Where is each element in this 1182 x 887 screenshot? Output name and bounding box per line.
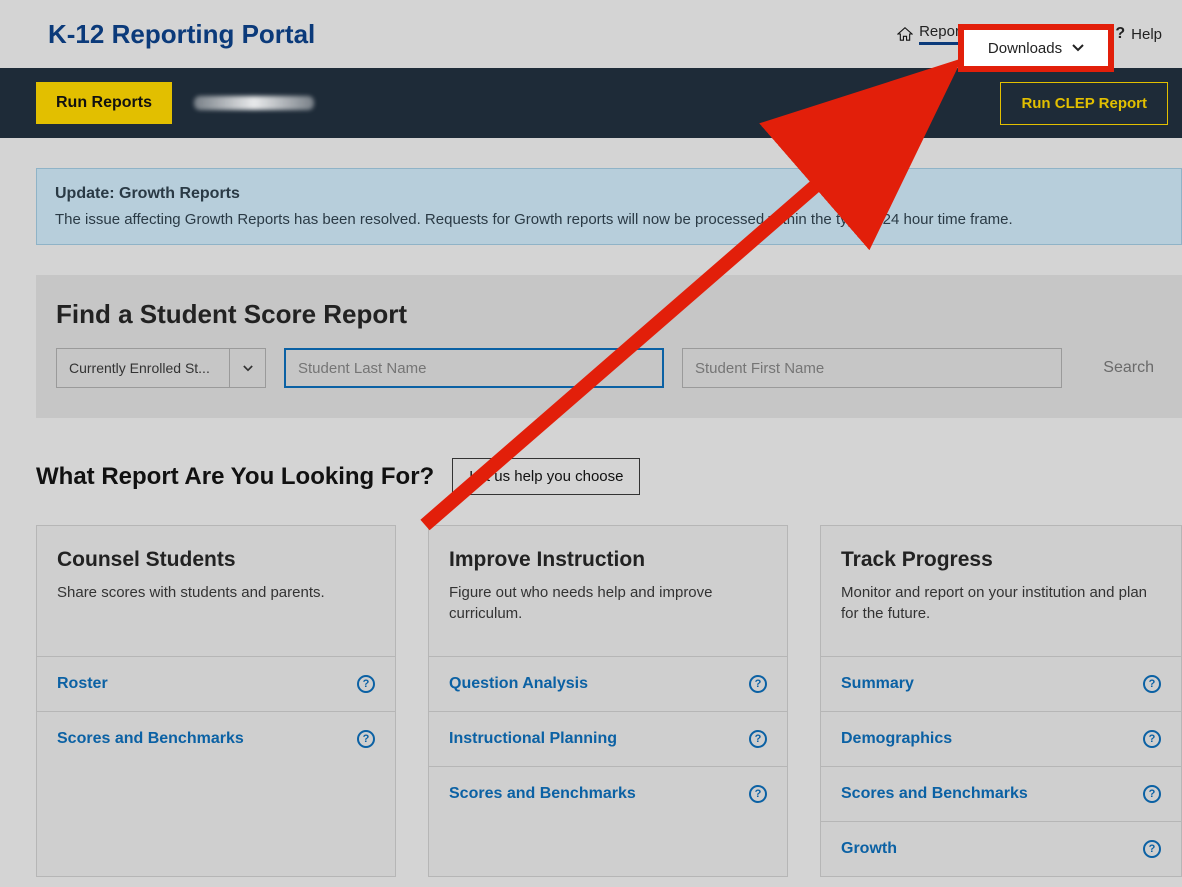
report-link-roster[interactable]: Roster ?	[37, 656, 395, 711]
help-choose-button[interactable]: Let us help you choose	[452, 458, 640, 495]
link-label: Scores and Benchmarks	[449, 785, 636, 803]
link-label: Roster	[57, 675, 108, 693]
report-link-growth[interactable]: Growth ?	[821, 821, 1181, 876]
what-report-section: What Report Are You Looking For? Let us …	[36, 458, 1182, 495]
nav-help-label: Help	[1131, 26, 1162, 43]
redacted-item	[194, 96, 314, 110]
banner-title: Update: Growth Reports	[55, 185, 1163, 203]
update-banner: Update: Growth Reports The issue affecti…	[36, 168, 1182, 245]
link-label: Growth	[841, 840, 897, 858]
find-student-panel: Find a Student Score Report Currently En…	[36, 275, 1182, 418]
student-lastname-input[interactable]	[284, 348, 664, 388]
find-row: Currently Enrolled St... Search	[56, 348, 1162, 388]
chevron-down-icon	[1072, 39, 1084, 57]
nav-help[interactable]: ? Help	[1115, 25, 1162, 43]
card-header: Track Progress Monitor and report on you…	[821, 526, 1181, 656]
report-link-scores-benchmarks[interactable]: Scores and Benchmarks ?	[821, 766, 1181, 821]
card-desc: Figure out who needs help and improve cu…	[449, 582, 767, 624]
help-icon[interactable]: ?	[749, 730, 767, 748]
link-label: Scores and Benchmarks	[841, 785, 1028, 803]
what-report-heading: What Report Are You Looking For?	[36, 463, 434, 491]
enrollment-select[interactable]: Currently Enrolled St...	[56, 348, 266, 388]
question-mark-icon: ?	[1115, 25, 1125, 43]
report-link-summary[interactable]: Summary ?	[821, 656, 1181, 711]
home-icon	[897, 27, 913, 41]
link-label: Question Analysis	[449, 675, 588, 693]
card-improve-instruction: Improve Instruction Figure out who needs…	[428, 525, 788, 877]
card-desc: Monitor and report on your institution a…	[841, 582, 1161, 624]
help-icon[interactable]: ?	[749, 785, 767, 803]
nav-downloads-highlight[interactable]: Downloads	[958, 24, 1114, 72]
action-bar: Run Reports Run CLEP Report	[0, 68, 1182, 138]
help-icon[interactable]: ?	[749, 675, 767, 693]
help-icon[interactable]: ?	[1143, 840, 1161, 858]
link-label: Instructional Planning	[449, 730, 617, 748]
nav-downloads-label: Downloads	[988, 40, 1062, 57]
card-title: Counsel Students	[57, 548, 375, 572]
link-label: Scores and Benchmarks	[57, 730, 244, 748]
card-header: Counsel Students Share scores with stude…	[37, 526, 395, 656]
student-firstname-input[interactable]	[682, 348, 1062, 388]
card-title: Improve Instruction	[449, 548, 767, 572]
search-button[interactable]: Search	[1103, 359, 1162, 377]
run-reports-button[interactable]: Run Reports	[36, 82, 172, 124]
card-title: Track Progress	[841, 548, 1161, 572]
enrollment-select-value: Currently Enrolled St...	[57, 360, 229, 376]
card-header: Improve Instruction Figure out who needs…	[429, 526, 787, 656]
find-heading: Find a Student Score Report	[56, 299, 1162, 330]
help-icon[interactable]: ?	[1143, 785, 1161, 803]
help-icon[interactable]: ?	[1143, 730, 1161, 748]
card-track-progress: Track Progress Monitor and report on you…	[820, 525, 1182, 877]
report-cards-row: Counsel Students Share scores with stude…	[36, 525, 1182, 877]
help-icon[interactable]: ?	[1143, 675, 1161, 693]
card-desc: Share scores with students and parents.	[57, 582, 375, 603]
card-counsel-students: Counsel Students Share scores with stude…	[36, 525, 396, 877]
report-link-demographics[interactable]: Demographics ?	[821, 711, 1181, 766]
help-icon[interactable]: ?	[357, 675, 375, 693]
run-clep-report-button[interactable]: Run CLEP Report	[1000, 82, 1168, 125]
link-label: Summary	[841, 675, 914, 693]
help-icon[interactable]: ?	[357, 730, 375, 748]
report-link-question-analysis[interactable]: Question Analysis ?	[429, 656, 787, 711]
brand-title: K-12 Reporting Portal	[48, 19, 315, 50]
chevron-down-icon	[229, 349, 265, 387]
banner-body: The issue affecting Growth Reports has b…	[55, 211, 1163, 228]
report-link-scores-benchmarks[interactable]: Scores and Benchmarks ?	[37, 711, 395, 766]
report-link-scores-benchmarks[interactable]: Scores and Benchmarks ?	[429, 766, 787, 821]
link-label: Demographics	[841, 730, 952, 748]
report-link-instructional-planning[interactable]: Instructional Planning ?	[429, 711, 787, 766]
